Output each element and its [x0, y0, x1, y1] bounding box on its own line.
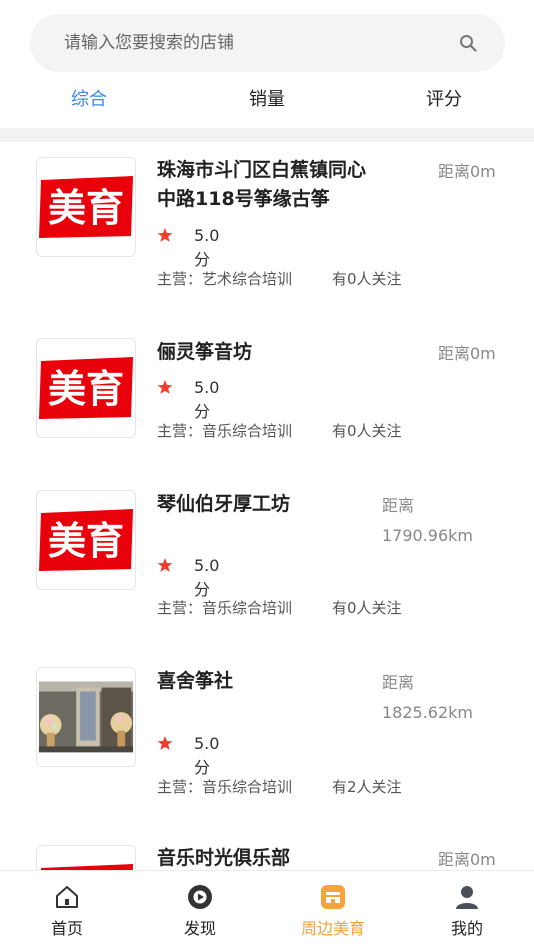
shop-name: 音乐时光俱乐部 [157, 847, 291, 869]
svg-text:美育: 美育 [48, 367, 124, 411]
shop-thumbnail: 美育 [36, 157, 136, 257]
svg-text:美育: 美育 [48, 519, 124, 563]
shop-followers: 有2人关注 [332, 778, 402, 796]
rating-score: 5.0分 [194, 226, 220, 269]
star-icon [157, 380, 173, 394]
shop-name-line2: 中路118号筝缘古筝 [157, 188, 330, 210]
shop-distance: 距离0m [438, 162, 496, 181]
bottom-tab-bar: 首页 发现 周边美育 我的 [0, 870, 534, 950]
shop-list[interactable]: 美育 珠海市斗门区白蕉镇同心 中路118号筝缘古筝 距离0m 5.0分 主营：艺… [0, 142, 534, 870]
shop-thumbnail: 美育 [36, 338, 136, 438]
shop-main-business: 主营：音乐综合培训 [157, 778, 293, 796]
shop-name: 俪灵筝音坊 [157, 341, 253, 363]
meiyu-logo: 美育 [39, 357, 133, 419]
shop-thumbnail: 美育 [36, 845, 136, 870]
shop-distance-label: 距离 [382, 673, 415, 692]
shop-main-business: 主营：艺术综合培训 [157, 270, 293, 288]
nav-label: 周边美育 [300, 919, 365, 938]
meiyu-logo: 美育 [39, 509, 133, 571]
shop-main-business: 主营：音乐综合培训 [157, 422, 293, 440]
search-icon[interactable] [459, 34, 477, 52]
discover-icon [188, 885, 212, 909]
section-divider [0, 128, 534, 142]
tab-comprehensive[interactable]: 综合 [44, 80, 134, 120]
nav-discover[interactable]: 发现 [160, 871, 240, 950]
shop-distance: 距离0m [438, 344, 496, 363]
home-icon [56, 886, 78, 908]
nav-label: 发现 [183, 919, 216, 938]
nav-mine[interactable]: 我的 [427, 871, 507, 950]
shop-name: 珠海市斗门区白蕉镇同心 [157, 159, 367, 181]
star-icon [157, 228, 173, 242]
shop-name: 喜舍筝社 [157, 670, 234, 692]
search-input[interactable]: 请输入您要搜索的店铺 [64, 14, 234, 72]
shop-followers: 有0人关注 [332, 599, 402, 617]
shop-distance: 1825.62km [382, 703, 474, 722]
shop-photo [37, 668, 135, 766]
shop-thumbnail: 美育 [36, 490, 136, 590]
shop-followers: 有0人关注 [332, 422, 402, 440]
shop-name: 琴仙伯牙厚工坊 [157, 493, 291, 515]
search-bar[interactable]: 请输入您要搜索的店铺 [30, 14, 505, 72]
shop-followers: 有0人关注 [332, 270, 402, 288]
meiyu-logo: 美育 [39, 176, 133, 238]
sort-tabs: 综合 销量 评分 [0, 80, 534, 120]
rating-score: 5.0分 [194, 734, 220, 777]
star-icon [157, 558, 173, 572]
tab-rating[interactable]: 评分 [399, 80, 489, 120]
nav-label: 我的 [450, 919, 483, 938]
shop-main-business: 主营：音乐综合培训 [157, 599, 293, 617]
shop-distance-label: 距离 [382, 496, 415, 515]
star-icon [157, 736, 173, 750]
shop-distance: 1790.96km [382, 526, 474, 545]
nav-nearby[interactable]: 周边美育 [293, 871, 373, 950]
user-icon [456, 886, 478, 909]
shop-distance: 距离0m [438, 850, 496, 869]
shop-thumbnail [36, 667, 136, 767]
svg-text:美育: 美育 [48, 186, 124, 230]
rating-score: 5.0分 [194, 378, 220, 421]
nearby-store-icon [321, 885, 345, 909]
nav-label: 首页 [50, 919, 83, 938]
tab-sales[interactable]: 销量 [222, 80, 312, 120]
rating-score: 5.0分 [194, 556, 220, 599]
nav-home[interactable]: 首页 [27, 871, 107, 950]
